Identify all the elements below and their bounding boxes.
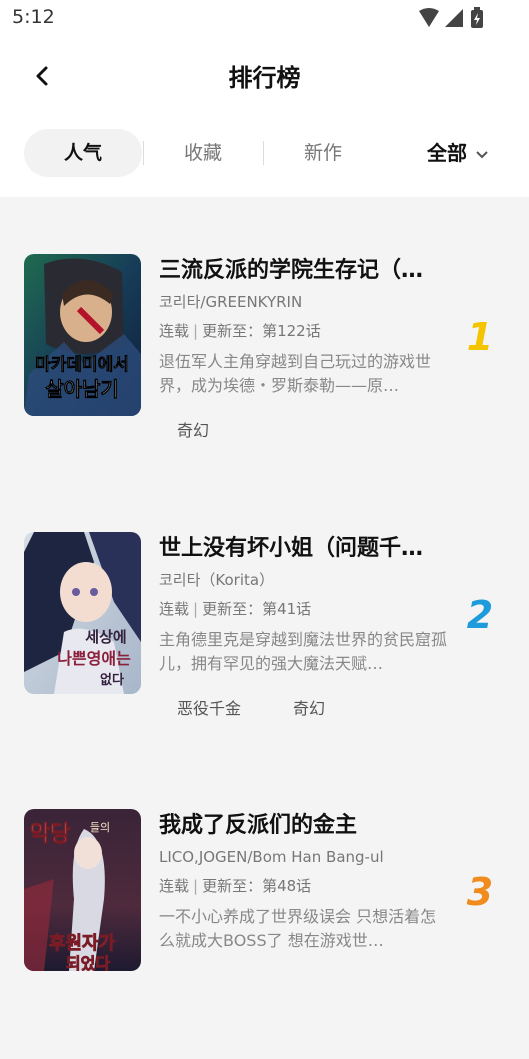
cover-title-line3: 없다 (100, 672, 124, 688)
cover-title-line1: 세상에 (85, 628, 126, 646)
rank-badge: 3 (467, 871, 493, 911)
tab-popular[interactable]: 人气 (24, 129, 142, 177)
book-status: 连载 (159, 322, 190, 340)
tab-favorites[interactable]: 收藏 (144, 129, 262, 177)
book-cover[interactable]: 마카데미에서 살아남기 (24, 254, 141, 416)
rank-number: 3 (467, 871, 493, 911)
book-author: LICO,JOGEN/Bom Han Bang-ul (159, 848, 384, 866)
book-tag[interactable]: 奇幻 (159, 416, 227, 446)
book-author: 코리타（Korita） (159, 571, 275, 589)
book-update: 更新至：第48话 (202, 877, 312, 895)
book-cover[interactable]: 세상에 나쁜영애는 없다 (24, 532, 141, 694)
wifi-icon (419, 8, 439, 27)
book-update: 更新至：第122话 (202, 322, 321, 340)
book-status: 连载 (159, 877, 190, 895)
book-tags: 奇幻 (159, 416, 243, 446)
book-meta: 连载 | 更新至：第48话 (159, 877, 312, 895)
list-item[interactable]: 세상에 나쁜영애는 없다 世上没有坏小姐（问题千… 코리타（Korita） 连载… (0, 532, 529, 782)
rank-badge: 1 (467, 316, 493, 356)
book-title[interactable]: 三流反派的学院生存记（… (159, 256, 449, 286)
book-title[interactable]: 我成了反派们的金主 (159, 811, 449, 841)
rank-badge: 2 (467, 594, 493, 634)
book-description: 主角德里克是穿越到魔法世界的贫民窟孤儿，拥有罕见的强大魔法天赋… (159, 630, 448, 673)
chevron-down-icon (476, 150, 488, 158)
filter-label: 全部 (427, 141, 467, 165)
cover-title-line2: 살아남기 (45, 377, 119, 401)
cover-title-line4: 되었다 (66, 954, 110, 971)
book-tag[interactable]: 奇幻 (275, 694, 343, 724)
book-info: 我成了反派们的金主 LICO,JOGEN/Bom Han Bang-ul 连载 |… (159, 809, 449, 953)
book-info: 三流反派的学院生存记（… 코리타/GREENKYRIN 连载 | 更新至：第122话… (159, 254, 449, 398)
book-meta: 连载 | 更新至：第122话 (159, 322, 321, 340)
book-title[interactable]: 世上没有坏小姐（问题千… (159, 534, 449, 564)
book-update: 更新至：第41话 (202, 600, 312, 618)
cover-title-line2: 나쁜영애는 (57, 649, 131, 668)
cover-title-line3: 후원자가 (49, 933, 116, 954)
header-area: 5:12 排行榜 人气 收藏 新作 全部 (0, 0, 529, 197)
status-time: 5:12 (12, 6, 55, 28)
tab-new[interactable]: 新作 (264, 129, 382, 177)
book-tags: 恶役千金 奇幻 (159, 694, 359, 724)
page-title: 排行榜 (228, 64, 301, 92)
book-description: 一不小心养成了世界级误会 只想活着怎么就成大BOSS了 想在游戏世… (159, 907, 437, 950)
rank-number: 1 (467, 316, 493, 356)
book-meta: 连载 | 更新至：第41话 (159, 600, 312, 618)
rank-number: 2 (467, 594, 493, 634)
list-item[interactable]: 악당 들의 후원자가 되었다 我成了反派们的金主 LICO,JOGEN/Bom … (0, 809, 529, 1059)
list-item[interactable]: 마카데미에서 살아남기 三流反派的学院生存记（… 코리타/GREENKYRIN … (0, 254, 529, 504)
book-status: 连载 (159, 600, 190, 618)
nav-bar: 排行榜 (0, 40, 529, 112)
book-author: 코리타/GREENKYRIN (159, 293, 303, 311)
cover-title-line1: 악당 (30, 822, 70, 847)
signal-icon (445, 9, 463, 27)
cover-title-line1: 마카데미에서 (35, 355, 129, 375)
book-info: 世上没有坏小姐（问题千… 코리타（Korita） 连载 | 更新至：第41话 主角德… (159, 532, 449, 676)
book-description: 退伍军人主角穿越到自己玩过的游戏世界，成为埃德・罗斯泰勒——原… (159, 352, 432, 395)
book-cover[interactable]: 악당 들의 후원자가 되었다 (24, 809, 141, 971)
rank-tabs: 人气 收藏 新作 全部 (0, 129, 529, 177)
cover-title-line2: 들의 (90, 821, 110, 834)
status-icons (419, 7, 483, 28)
book-tag[interactable]: 恶役千金 (159, 694, 259, 724)
filter-dropdown[interactable]: 全部 (427, 129, 489, 177)
status-bar: 5:12 (0, 0, 529, 36)
ranking-list: 마카데미에서 살아남기 三流反派的学院生存记（… 코리타/GREENKYRIN … (0, 197, 529, 971)
